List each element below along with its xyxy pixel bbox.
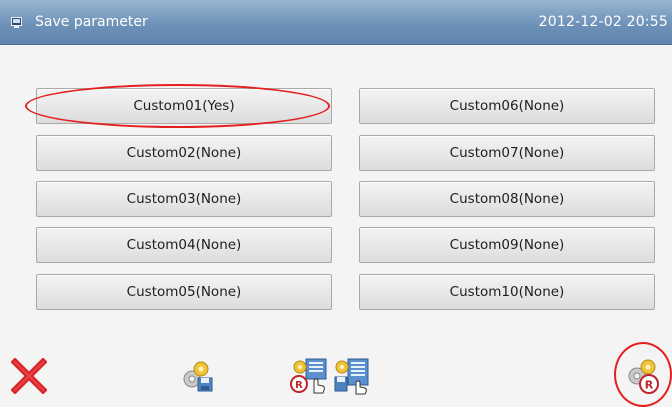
slot-label: Custom06(None) — [449, 98, 565, 114]
slot-label: Custom03(None) — [126, 191, 242, 207]
slot-label: Custom04(None) — [126, 237, 242, 253]
slot-label: Custom09(None) — [449, 237, 565, 253]
slot-label: Custom01(Yes) — [133, 98, 235, 114]
svg-text:R: R — [645, 379, 654, 392]
slot-custom02-button[interactable]: Custom02(None) — [36, 135, 332, 171]
slot-custom07-button[interactable]: Custom07(None) — [359, 135, 655, 171]
restore-settings-button[interactable]: R — [624, 354, 662, 398]
cancel-button[interactable] — [10, 354, 48, 398]
gear-restore-select-icon: R — [290, 358, 327, 394]
slot-label: Custom08(None) — [449, 191, 565, 207]
title-bar: Save parameter 2012-12-02 20:55 — [0, 0, 672, 45]
page-title: Save parameter — [35, 14, 148, 30]
slot-label: Custom07(None) — [449, 145, 565, 161]
slot-label: Custom05(None) — [126, 284, 242, 300]
slot-custom06-button[interactable]: Custom06(None) — [359, 88, 655, 124]
svg-text:R: R — [295, 380, 303, 391]
close-icon — [11, 358, 47, 394]
restore-select-button[interactable]: R — [290, 354, 328, 398]
slot-label: Custom02(None) — [126, 145, 242, 161]
slot-label: Custom10(None) — [449, 284, 565, 300]
slot-custom08-button[interactable]: Custom08(None) — [359, 181, 655, 217]
slot-custom09-button[interactable]: Custom09(None) — [359, 227, 655, 263]
gear-save-icon — [183, 361, 213, 392]
clock-display: 2012-12-02 20:55 — [538, 14, 668, 30]
gear-restore-icon: R — [628, 359, 659, 394]
screen-icon — [11, 17, 22, 28]
save-settings-button[interactable] — [178, 354, 216, 398]
gear-list-select-icon — [334, 358, 369, 395]
slot-custom05-button[interactable]: Custom05(None) — [36, 274, 332, 310]
slot-custom03-button[interactable]: Custom03(None) — [36, 181, 332, 217]
slot-custom10-button[interactable]: Custom10(None) — [359, 274, 655, 310]
select-list-button[interactable] — [332, 354, 370, 398]
slot-custom04-button[interactable]: Custom04(None) — [36, 227, 332, 263]
slot-custom01-button[interactable]: Custom01(Yes) — [36, 88, 332, 124]
